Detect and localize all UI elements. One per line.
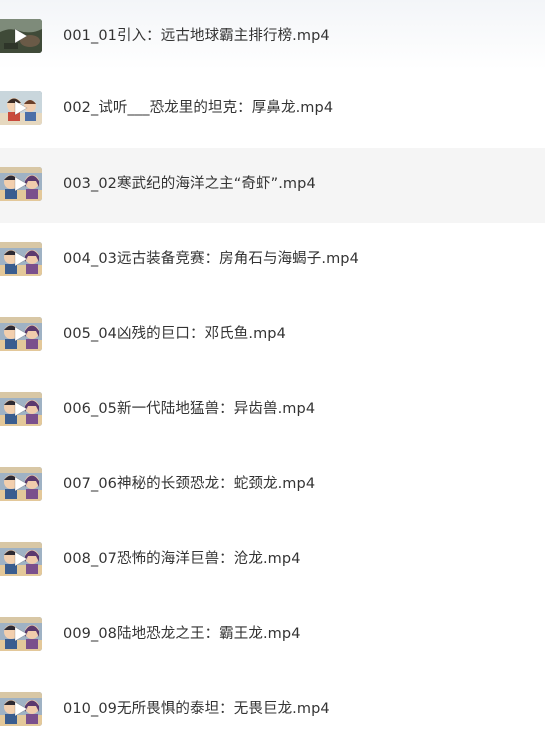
video-thumbnail[interactable] — [0, 617, 42, 651]
video-thumbnail[interactable] — [0, 392, 42, 426]
play-icon — [14, 401, 28, 417]
file-row-001[interactable]: 001_01引入：远古地球霸主排行榜.mp4 — [0, 0, 545, 75]
play-icon — [14, 176, 28, 192]
file-row-005[interactable]: 005_04凶残的巨口：邓氏鱼.mp4 — [0, 298, 545, 373]
file-row-009[interactable]: 009_08陆地恐龙之王：霸王龙.mp4 — [0, 598, 545, 673]
play-icon — [14, 476, 28, 492]
video-thumbnail[interactable] — [0, 167, 42, 201]
file-row-003[interactable]: 003_02寒武纪的海洋之主“奇虾”.mp4 — [0, 148, 545, 223]
file-row-006[interactable]: 006_05新一代陆地猛兽：异齿兽.mp4 — [0, 373, 545, 448]
file-row-002[interactable]: 002_试听___恐龙里的坦克：厚鼻龙.mp4 — [0, 72, 545, 147]
file-name: 007_06神秘的长颈恐龙：蛇颈龙.mp4 — [63, 476, 316, 492]
video-thumbnail[interactable] — [0, 692, 42, 726]
file-name: 004_03远古装备竞赛：房角石与海蝎子.mp4 — [63, 251, 359, 267]
video-thumbnail[interactable] — [0, 19, 42, 53]
file-name: 010_09无所畏惧的泰坦：无畏巨龙.mp4 — [63, 701, 330, 717]
file-row-010[interactable]: 010_09无所畏惧的泰坦：无畏巨龙.mp4 — [0, 673, 545, 730]
file-name: 005_04凶残的巨口：邓氏鱼.mp4 — [63, 326, 286, 342]
file-row-008[interactable]: 008_07恐怖的海洋巨兽：沧龙.mp4 — [0, 523, 545, 598]
play-icon — [14, 701, 28, 717]
play-icon — [14, 326, 28, 342]
video-thumbnail[interactable] — [0, 542, 42, 576]
file-name: 006_05新一代陆地猛兽：异齿兽.mp4 — [63, 401, 316, 417]
file-row-007[interactable]: 007_06神秘的长颈恐龙：蛇颈龙.mp4 — [0, 448, 545, 523]
play-icon — [14, 100, 28, 116]
video-thumbnail[interactable] — [0, 91, 42, 125]
file-name: 003_02寒武纪的海洋之主“奇虾”.mp4 — [63, 176, 316, 192]
file-name: 009_08陆地恐龙之王：霸王龙.mp4 — [63, 626, 301, 642]
play-icon — [14, 251, 28, 267]
video-thumbnail[interactable] — [0, 242, 42, 276]
video-thumbnail[interactable] — [0, 317, 42, 351]
play-icon — [14, 626, 28, 642]
video-thumbnail[interactable] — [0, 467, 42, 501]
video-file-list: 001_01引入：远古地球霸主排行榜.mp4 002_试听___恐龙里的坦克：厚… — [0, 0, 545, 730]
file-name: 001_01引入：远古地球霸主排行榜.mp4 — [63, 28, 330, 44]
file-name: 002_试听___恐龙里的坦克：厚鼻龙.mp4 — [63, 100, 334, 116]
play-icon — [14, 28, 28, 44]
play-icon — [14, 551, 28, 567]
file-name: 008_07恐怖的海洋巨兽：沧龙.mp4 — [63, 551, 301, 567]
file-row-004[interactable]: 004_03远古装备竞赛：房角石与海蝎子.mp4 — [0, 223, 545, 298]
